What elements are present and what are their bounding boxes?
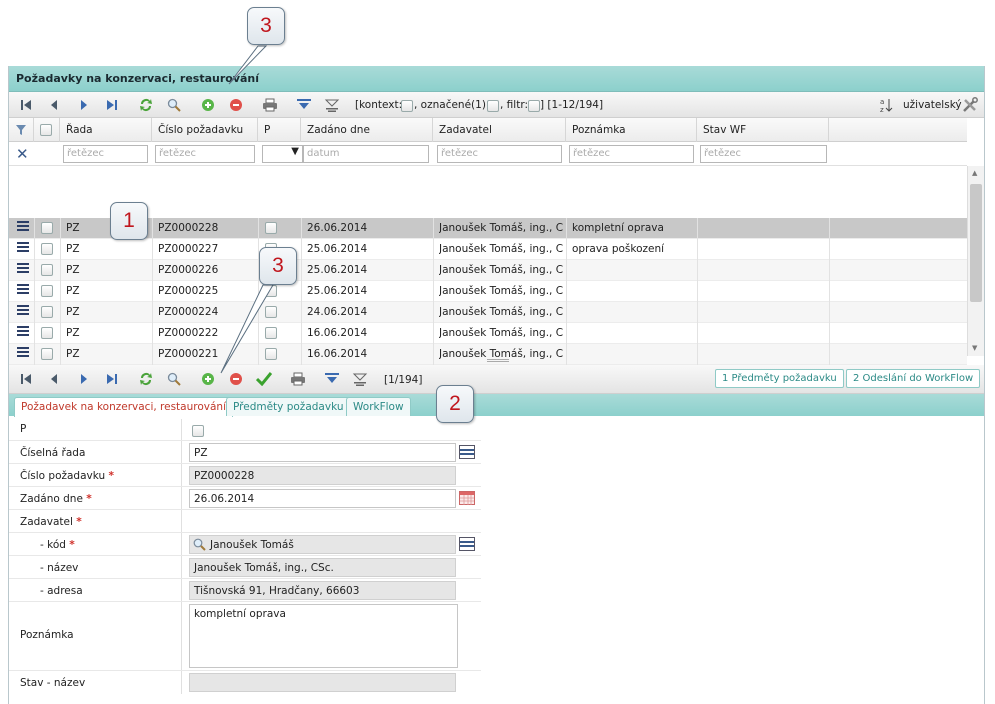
- callout-2: 2: [436, 385, 474, 423]
- callout-3-top: 3: [247, 7, 285, 45]
- callout-3-bottom: 3: [259, 247, 297, 285]
- callout-arrows: [220, 45, 274, 374]
- callout-1: 1: [110, 202, 148, 240]
